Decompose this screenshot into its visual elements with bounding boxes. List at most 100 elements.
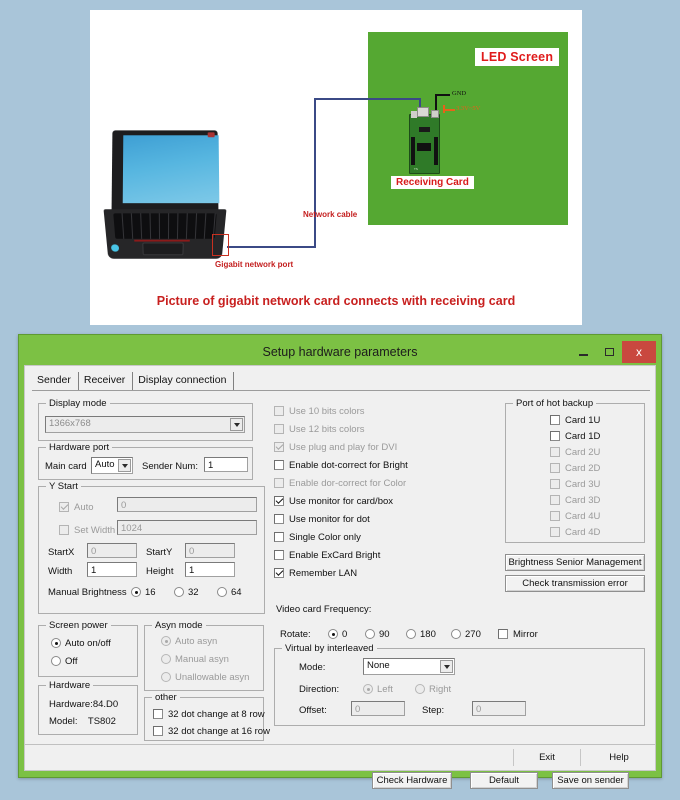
y-start-auto-input[interactable]: 0 — [117, 497, 257, 512]
mode-label: Mode: — [299, 662, 326, 673]
video-card-frequency-label: Video card Frequency: — [276, 604, 372, 615]
brightness-option-32[interactable]: 32 — [174, 585, 199, 599]
network-cable-segment — [227, 246, 316, 248]
laptop-hinge-strip — [134, 239, 190, 242]
set-width-input[interactable]: 1024 — [117, 520, 257, 535]
check-hardware-button[interactable]: Check Hardware — [372, 772, 452, 789]
y-start-auto-checkbox[interactable]: Auto — [59, 500, 94, 514]
secondary-connector-icon — [411, 111, 417, 118]
laptop-touchpad — [142, 242, 184, 256]
remember-lan-checkbox[interactable]: Remember LAN — [274, 566, 489, 580]
chevron-down-icon[interactable] — [118, 459, 131, 472]
step-input[interactable]: 0 — [472, 701, 526, 716]
height-input[interactable]: 1 — [185, 562, 235, 577]
card-2u-checkbox[interactable]: Card 2U — [550, 445, 600, 459]
dot-change-16row-checkbox[interactable]: 32 dot change at 16 row — [153, 724, 270, 738]
screen-power-off-option[interactable]: Off — [51, 654, 78, 668]
rotate-option-180[interactable]: 180 — [406, 627, 436, 641]
use-plug-and-play-dvi-label: Use plug and play for DVI — [289, 441, 398, 453]
rotate-option-0[interactable]: 0 — [328, 627, 347, 641]
radio-icon — [161, 672, 171, 682]
save-on-sender-button[interactable]: Save on sender — [552, 772, 629, 789]
asyn-unallowable-option[interactable]: Unallowable asyn — [161, 670, 249, 684]
tab-receiver[interactable]: Receiver — [79, 372, 134, 390]
use-monitor-for-dot-checkbox[interactable]: Use monitor for dot — [274, 512, 489, 526]
mirror-checkbox[interactable]: Mirror — [498, 627, 538, 641]
card-3d-checkbox[interactable]: Card 3D — [550, 493, 600, 507]
card-1d-checkbox[interactable]: Card 1D — [550, 429, 600, 443]
virtual-mode-value: None — [367, 660, 390, 671]
offset-input[interactable]: 0 — [351, 701, 405, 716]
chevron-down-icon[interactable] — [230, 418, 243, 431]
tab-sender[interactable]: Sender — [32, 372, 79, 390]
display-mode-combobox[interactable]: 1366x768 — [45, 416, 245, 433]
card-4d-label: Card 4D — [565, 526, 601, 538]
enable-excard-bright-checkbox[interactable]: Enable ExCard Bright — [274, 548, 489, 562]
checkbox-icon — [274, 496, 284, 506]
brightness-option-16[interactable]: 16 — [131, 585, 156, 599]
asyn-unallowable-label: Unallowable asyn — [175, 671, 250, 683]
asyn-auto-option[interactable]: Auto asyn — [161, 634, 217, 648]
use-monitor-for-card-box-checkbox[interactable]: Use monitor for card/box — [274, 494, 489, 508]
hardware-port-legend: Hardware port — [46, 442, 113, 453]
tab-display-connection[interactable]: Display connection — [133, 372, 235, 390]
single-color-only-checkbox[interactable]: Single Color only — [274, 530, 489, 544]
starty-label: StartY — [146, 547, 173, 558]
window-titlebar: Setup hardware parameters x — [24, 339, 656, 365]
brightness-senior-management-button[interactable]: Brightness Senior Management — [505, 554, 645, 571]
chevron-down-icon[interactable] — [440, 660, 453, 673]
card-3u-checkbox[interactable]: Card 3U — [550, 477, 600, 491]
minimize-button[interactable] — [570, 342, 596, 362]
rotate-option-270[interactable]: 270 — [451, 627, 481, 641]
sender-num-input[interactable]: 1 — [204, 457, 248, 472]
card-4u-checkbox[interactable]: Card 4U — [550, 509, 600, 523]
width-input[interactable]: 1 — [87, 562, 137, 577]
rotate-option-270-label: 270 — [465, 628, 481, 640]
display-mode-value: 1366x768 — [49, 418, 91, 429]
gnd-wire — [435, 94, 450, 96]
startx-input[interactable]: 0 — [87, 543, 137, 558]
virtual-mode-combobox[interactable]: None — [363, 658, 455, 675]
card-3u-label: Card 3U — [565, 478, 601, 490]
screen-power-legend: Screen power — [46, 620, 111, 631]
direction-right-option[interactable]: Right — [415, 682, 451, 696]
hardware-port-group: Hardware port Main card Auto Sender Num:… — [38, 442, 253, 480]
card-1u-checkbox[interactable]: Card 1U — [550, 413, 600, 427]
sender-pane: Display mode 1366x768 Hardware port Main… — [32, 391, 650, 789]
checkbox-icon — [274, 478, 284, 488]
rotate-option-90[interactable]: 90 — [365, 627, 390, 641]
set-width-checkbox[interactable]: Set Width — [59, 523, 115, 537]
enable-dot-correct-color-checkbox[interactable]: Enable dor-correct for Color — [274, 476, 489, 490]
use-10-bits-colors-checkbox[interactable]: Use 10 bits colors — [274, 404, 489, 418]
exit-button[interactable]: Exit — [513, 749, 581, 766]
asyn-manual-label: Manual asyn — [175, 653, 229, 665]
maximize-button[interactable] — [596, 342, 622, 362]
check-transmission-error-button[interactable]: Check transmission error — [505, 575, 645, 592]
checkbox-icon — [153, 709, 163, 719]
brightness-option-64[interactable]: 64 — [217, 585, 242, 599]
laptop-screen — [122, 135, 220, 204]
close-button[interactable]: x — [622, 341, 656, 363]
starty-input[interactable]: 0 — [185, 543, 235, 558]
direction-left-option[interactable]: Left — [363, 682, 393, 696]
use-10-bits-colors-label: Use 10 bits colors — [289, 405, 365, 417]
hardware-info-group: Hardware Hardware:84.D0 Model: TS802 — [38, 680, 138, 735]
color-options-list: Use 10 bits colors Use 12 bits colors Us… — [274, 404, 489, 580]
asyn-manual-option[interactable]: Manual asyn — [161, 652, 229, 666]
card-4d-checkbox[interactable]: Card 4D — [550, 525, 600, 539]
display-mode-legend: Display mode — [46, 398, 110, 409]
checkbox-icon — [274, 442, 284, 452]
screen-power-auto-option[interactable]: Auto on/off — [51, 636, 111, 650]
use-plug-and-play-dvi-checkbox[interactable]: Use plug and play for DVI — [274, 440, 489, 454]
card-2d-checkbox[interactable]: Card 2D — [550, 461, 600, 475]
default-button[interactable]: Default — [470, 772, 538, 789]
radio-icon — [451, 629, 461, 639]
screen-power-group: Screen power Auto on/off Off — [38, 620, 138, 677]
laptop-keyboard — [113, 213, 217, 239]
help-button[interactable]: Help — [587, 749, 651, 766]
enable-dot-correct-bright-checkbox[interactable]: Enable dot-correct for Bright — [274, 458, 489, 472]
card-2u-label: Card 2U — [565, 446, 601, 458]
use-12-bits-colors-checkbox[interactable]: Use 12 bits colors — [274, 422, 489, 436]
main-card-combobox[interactable]: Auto — [91, 457, 133, 474]
dot-change-8row-checkbox[interactable]: 32 dot change at 8 row — [153, 707, 265, 721]
